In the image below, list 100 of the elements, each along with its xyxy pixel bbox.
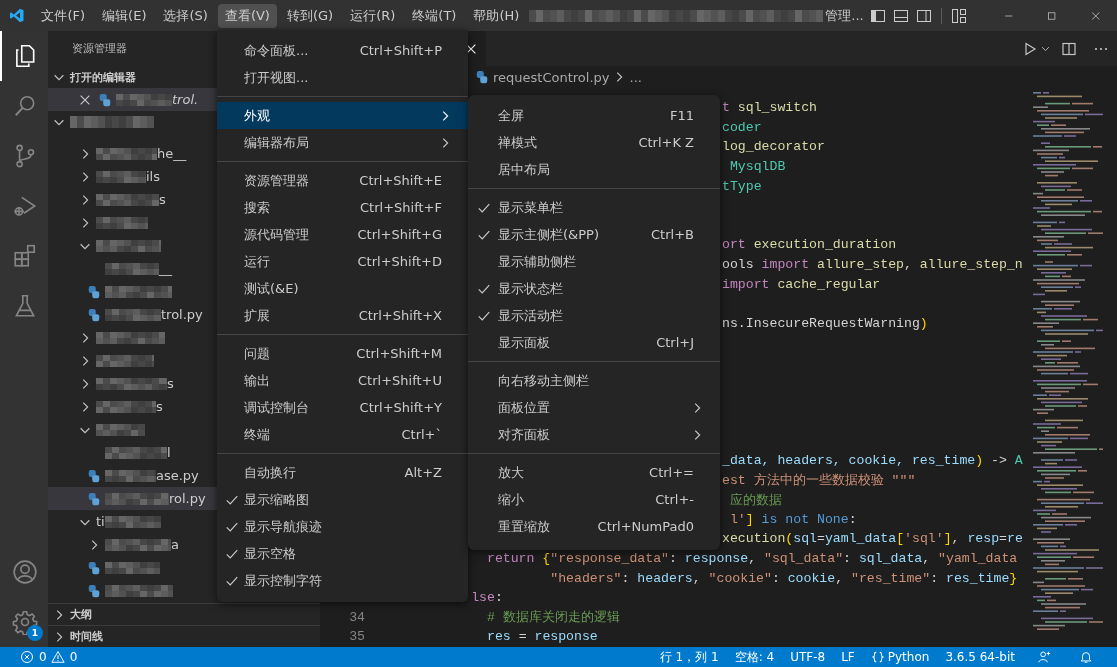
menu-item[interactable]: 显示导航痕迹 bbox=[217, 513, 468, 540]
tree-item[interactable]: ti bbox=[48, 510, 217, 533]
tree-item[interactable]: a bbox=[48, 533, 217, 556]
menu-bar-item[interactable]: 查看(V) bbox=[217, 3, 277, 28]
menu-item[interactable]: 编辑器布局 bbox=[217, 129, 468, 156]
settings-button[interactable]: 1 bbox=[0, 597, 48, 647]
menu-item[interactable]: 禅模式 Ctrl+K Z bbox=[468, 129, 720, 156]
tree-item[interactable]: trol.py bbox=[48, 303, 217, 326]
menu-item[interactable]: 放大 Ctrl+= bbox=[468, 459, 720, 486]
breadcrumb-item[interactable]: requestControl.py bbox=[493, 69, 610, 85]
menu-bar-item[interactable]: 选择(S) bbox=[156, 3, 215, 28]
code-line: ort execution_duration bbox=[722, 237, 897, 253]
menu-item[interactable]: 终端 Ctrl+` bbox=[217, 421, 468, 448]
status-item[interactable]: 3.6.5 64-bit bbox=[937, 647, 1023, 667]
menu-item[interactable]: 显示缩略图 bbox=[217, 486, 468, 513]
open-editor-item[interactable]: trol. bbox=[48, 88, 217, 111]
menu-item[interactable]: 输出 Ctrl+Shift+U bbox=[217, 367, 468, 394]
file-icon bbox=[87, 560, 101, 575]
menu-item[interactable]: 外观 bbox=[217, 102, 468, 129]
run-icon[interactable] bbox=[1022, 40, 1038, 57]
menu-bar-item[interactable]: 终端(T) bbox=[405, 3, 464, 28]
extensions-icon bbox=[12, 243, 38, 269]
menu-bar-item[interactable]: 编辑(E) bbox=[95, 3, 154, 28]
sidebar-toggle-icon[interactable] bbox=[915, 7, 932, 24]
menu-item[interactable]: 测试(&E) bbox=[217, 275, 468, 302]
code-line: MysqlDB bbox=[728, 159, 786, 175]
file-icon bbox=[87, 284, 101, 299]
menu-item[interactable]: 运行 Ctrl+Shift+D bbox=[217, 248, 468, 275]
code-line: l'] is not None: bbox=[728, 511, 857, 527]
breadcrumb-item[interactable]: ... bbox=[629, 69, 642, 85]
code-line: ools import allure_step, allure_step_n bbox=[722, 257, 1023, 273]
menu-item[interactable]: 显示辅助侧栏 bbox=[468, 248, 720, 275]
menu-item[interactable]: 重置缩放 Ctrl+NumPad0 bbox=[468, 513, 720, 540]
menu-item[interactable]: 显示空格 bbox=[217, 540, 468, 567]
menu-bar-item[interactable]: 文件(F) bbox=[34, 3, 93, 28]
menu-item[interactable]: 显示状态栏 bbox=[468, 275, 720, 302]
menu-item[interactable]: 显示主侧栏(&PP) Ctrl+B bbox=[468, 221, 720, 248]
code-line: lse: bbox=[470, 590, 503, 606]
menu-bar-item[interactable]: 转到(G) bbox=[279, 3, 341, 28]
file-icon bbox=[87, 307, 101, 322]
tree-item[interactable]: __ bbox=[48, 257, 217, 280]
tree-item[interactable]: rol.py bbox=[48, 487, 217, 510]
menu-item[interactable]: 源代码管理 Ctrl+Shift+G bbox=[217, 221, 468, 248]
split-editor-icon[interactable] bbox=[1061, 40, 1077, 57]
tree-item[interactable]: ils bbox=[48, 165, 217, 188]
section-header[interactable]: 大纲 bbox=[48, 603, 320, 625]
tree-item[interactable]: he__ bbox=[48, 142, 217, 165]
braces-icon bbox=[870, 650, 885, 664]
menu-item[interactable]: 面板位置 bbox=[468, 394, 720, 421]
menu-item[interactable]: 自动换行 Alt+Z bbox=[217, 459, 468, 486]
file-icon bbox=[87, 583, 101, 598]
code-line: return {"response_data": response, "sql_data": sql_data, "yaml_data bbox=[485, 550, 1018, 566]
menu-item[interactable]: 资源管理器 Ctrl+Shift+E bbox=[217, 167, 468, 194]
sidebar-toggle-icon[interactable] bbox=[869, 7, 886, 24]
flask-icon bbox=[12, 293, 38, 319]
code-line: # 数据库关闭走的逻辑 bbox=[485, 609, 620, 627]
status-item[interactable]: LF bbox=[833, 647, 863, 667]
menu-item[interactable]: 搜索 Ctrl+Shift+F bbox=[217, 194, 468, 221]
menu-item[interactable]: 缩小 Ctrl+- bbox=[468, 486, 720, 513]
tree-item[interactable]: l bbox=[48, 441, 217, 464]
tree-item[interactable]: s bbox=[48, 395, 217, 418]
warning-icon bbox=[50, 650, 65, 664]
status-item[interactable]: UTF-8 bbox=[782, 647, 834, 667]
pixelated-blur bbox=[116, 93, 172, 106]
menu-item[interactable]: 居中布局 bbox=[468, 156, 720, 183]
menu-bar-item[interactable]: 帮助(H) bbox=[466, 3, 527, 28]
problems-button[interactable]: 0 0 bbox=[12, 647, 90, 667]
settings-icon bbox=[12, 609, 38, 635]
menu-item[interactable]: 调试控制台 Ctrl+Shift+Y bbox=[217, 394, 468, 421]
panel-toggle-icon[interactable] bbox=[892, 7, 909, 24]
menu-item[interactable]: 全屏 F11 bbox=[468, 102, 720, 129]
menu-item[interactable]: 显示控制字符 bbox=[217, 567, 468, 594]
status-item[interactable]: Python bbox=[862, 647, 938, 667]
account-text[interactable]: 管理... bbox=[825, 6, 864, 25]
logo-icon bbox=[9, 6, 25, 25]
menu-item[interactable]: 扩展 Ctrl+Shift+X bbox=[217, 302, 468, 329]
menu-item[interactable]: 向右移动主侧栏 bbox=[468, 367, 720, 394]
file-icon bbox=[87, 491, 101, 506]
feedback-icon[interactable] bbox=[1037, 650, 1051, 664]
tree-item[interactable]: s bbox=[48, 372, 217, 395]
menu-bar-item[interactable]: 运行(R) bbox=[343, 3, 403, 28]
menu-item[interactable]: 显示面板 Ctrl+J bbox=[468, 329, 720, 356]
menu-item[interactable]: 打开视图... bbox=[217, 64, 468, 91]
menu-item[interactable]: 问题 Ctrl+Shift+M bbox=[217, 340, 468, 367]
status-item[interactable]: 行 1，列 1 bbox=[651, 647, 727, 667]
tree-item[interactable]: ase.py bbox=[48, 464, 217, 487]
menu-item[interactable]: 对齐面板 bbox=[468, 421, 720, 448]
menu-item[interactable]: 命令面板... Ctrl+Shift+P bbox=[217, 37, 468, 64]
section-header[interactable]: 打开的编辑器 bbox=[48, 66, 217, 88]
status-item[interactable]: 空格: 4 bbox=[726, 647, 783, 667]
layout-icon[interactable] bbox=[950, 7, 967, 24]
menu-item[interactable]: 显示活动栏 bbox=[468, 302, 720, 329]
menu-item[interactable]: 显示菜单栏 bbox=[468, 194, 720, 221]
tree-item[interactable]: s bbox=[48, 188, 217, 211]
code-line: est 方法中的一些数据校验 """ bbox=[722, 472, 916, 490]
account-icon bbox=[12, 559, 38, 585]
code-line: ns.InsecureRequestWarning) bbox=[722, 315, 928, 331]
bell-icon[interactable] bbox=[1079, 650, 1093, 664]
code-line: coder bbox=[722, 119, 762, 135]
code-line: xecution(sql=yaml_data['sql'], resp=re bbox=[722, 531, 1023, 547]
